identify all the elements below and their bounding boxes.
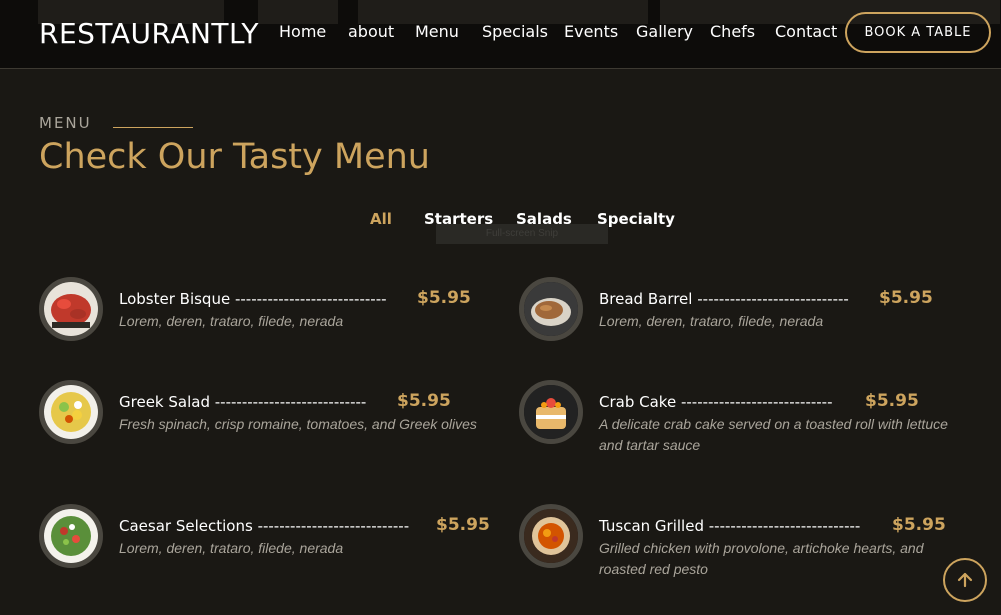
menu-item-price: $5.95 bbox=[417, 288, 471, 308]
menu-item-description: Lorem, deren, trataro, filede, nerada bbox=[119, 540, 344, 556]
section-title: Check Our Tasty Menu bbox=[39, 137, 430, 177]
section-eyebrow: MENU bbox=[39, 114, 92, 132]
header-ghost-image bbox=[258, 0, 338, 24]
nav-menu[interactable]: Menu bbox=[415, 22, 459, 41]
salad-image bbox=[39, 380, 103, 444]
menu-item-price: $5.95 bbox=[892, 515, 946, 535]
nav-home[interactable]: Home bbox=[279, 22, 326, 41]
nav-chefs[interactable]: Chefs bbox=[710, 22, 755, 41]
filter-specialty[interactable]: Specialty bbox=[597, 210, 675, 228]
arrow-up-icon bbox=[957, 572, 973, 588]
eyebrow-divider bbox=[113, 127, 193, 128]
snip-tooltip: Full-screen Snip bbox=[436, 224, 608, 244]
bread-image bbox=[519, 277, 583, 341]
menu-item-description: Grilled chicken with provolone, artichok… bbox=[599, 540, 924, 577]
nav-about[interactable]: about bbox=[348, 22, 394, 41]
book-table-button[interactable]: BOOK A TABLE bbox=[845, 12, 991, 53]
menu-item-description: Lorem, deren, trataro, filede, nerada bbox=[599, 313, 824, 329]
menu-item-price: $5.95 bbox=[865, 391, 919, 411]
nav-contact[interactable]: Contact bbox=[775, 22, 837, 41]
site-header: RESTAURANTLY Home about Menu Specials Ev… bbox=[0, 0, 1001, 69]
menu-item-price: $5.95 bbox=[436, 515, 490, 535]
nav-events[interactable]: Events bbox=[564, 22, 618, 41]
menu-item-description: Lorem, deren, trataro, filede, nerada bbox=[119, 313, 344, 329]
menu-item-price: $5.95 bbox=[397, 391, 451, 411]
filter-all[interactable]: All bbox=[370, 210, 392, 228]
menu-item-name: Tuscan Grilled -------------------------… bbox=[599, 517, 861, 535]
site-logo[interactable]: RESTAURANTLY bbox=[39, 17, 259, 50]
menu-item-name: Caesar Selections ----------------------… bbox=[119, 517, 410, 535]
menu-item-description: Fresh spinach, crisp romaine, tomatoes, … bbox=[119, 416, 477, 432]
menu-item-name: Greek Salad ---------------------------- bbox=[119, 393, 367, 411]
cake-image bbox=[519, 380, 583, 444]
tuscan-image bbox=[519, 504, 583, 568]
menu-item-name: Lobster Bisque -------------------------… bbox=[119, 290, 387, 308]
back-to-top-button[interactable] bbox=[943, 558, 987, 602]
nav-gallery[interactable]: Gallery bbox=[636, 22, 693, 41]
nav-specials[interactable]: Specials bbox=[482, 22, 548, 41]
menu-item-description: A delicate crab cake served on a toasted… bbox=[599, 416, 948, 453]
menu-item-price: $5.95 bbox=[879, 288, 933, 308]
menu-item-name: Crab Cake ---------------------------- bbox=[599, 393, 833, 411]
menu-item-name: Bread Barrel ---------------------------… bbox=[599, 290, 849, 308]
header-ghost-image bbox=[358, 0, 648, 24]
caesar-image bbox=[39, 504, 103, 568]
lobster-image bbox=[39, 277, 103, 341]
